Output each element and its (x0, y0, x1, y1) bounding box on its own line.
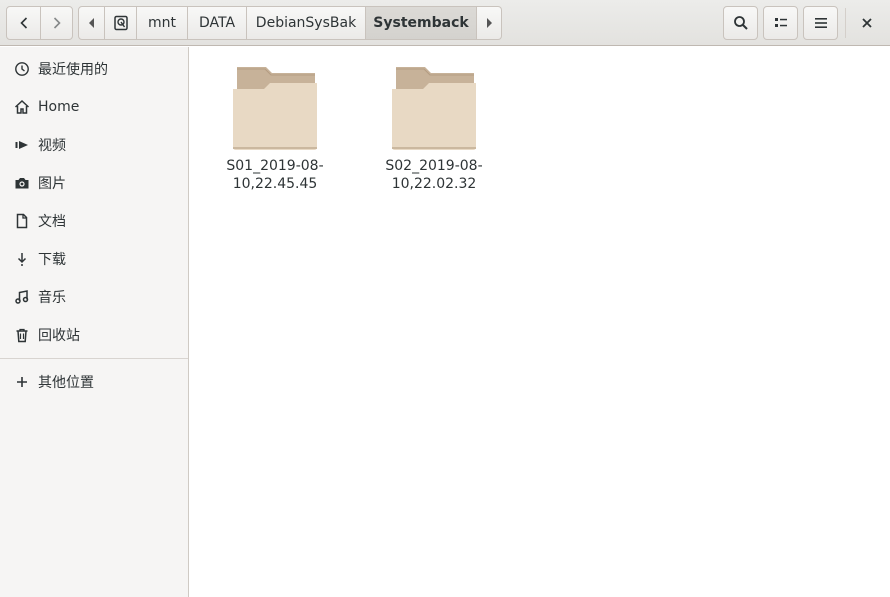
sidebar-item-videos[interactable]: 视频 (0, 126, 188, 164)
hamburger-menu-icon (814, 18, 827, 28)
chevron-left-icon (19, 17, 27, 29)
folder-name-line2: 10,22.45.45 (232, 176, 318, 192)
path-scroll-right-button[interactable] (477, 6, 502, 40)
view-toggle-button[interactable] (763, 6, 798, 40)
close-button[interactable] (851, 6, 883, 40)
sidebar-item-other-locations[interactable]: 其他位置 (0, 363, 188, 401)
sidebar-item-home[interactable]: Home (0, 88, 188, 126)
video-icon (13, 136, 31, 154)
sidebar-item-label: 音乐 (38, 290, 66, 306)
path-segment-debiansysbak[interactable]: DebianSysBak (247, 6, 366, 40)
sidebar-item-label: 文档 (38, 214, 66, 230)
list-view-icon (774, 18, 787, 27)
sidebar-item-label: 最近使用的 (38, 62, 108, 78)
folder-name-line2: 10,22.02.32 (391, 176, 477, 192)
triangle-right-icon (487, 18, 492, 28)
drive-icon (113, 15, 128, 31)
folder-item[interactable]: S02_2019-08- 10,22.02.32 (369, 63, 499, 203)
sidebar-item-trash[interactable]: 回收站 (0, 316, 188, 354)
sidebar-item-label: 下载 (38, 252, 66, 268)
folder-icon (233, 67, 317, 150)
folder-name: S02_2019-08- 10,22.02.32 (369, 157, 499, 193)
document-icon (13, 212, 31, 230)
home-icon (13, 98, 31, 116)
close-icon (862, 18, 872, 28)
path-bar: mnt DATA DebianSysBak Systemback (78, 6, 502, 40)
recent-icon (13, 60, 31, 78)
folder-icon (392, 67, 476, 150)
header-bar: mnt DATA DebianSysBak Systemback (0, 0, 890, 46)
sidebar-item-downloads[interactable]: 下载 (0, 240, 188, 278)
plus-icon (13, 373, 31, 391)
sidebar-separator (0, 358, 188, 359)
folder-name-line1: S02_2019-08- (385, 158, 483, 174)
sidebar-item-label: 其他位置 (38, 375, 94, 391)
search-icon (733, 16, 748, 30)
menu-button[interactable] (803, 6, 838, 40)
sidebar-item-documents[interactable]: 文档 (0, 202, 188, 240)
forward-button[interactable] (40, 6, 73, 40)
search-button[interactable] (723, 6, 758, 40)
path-segment-current[interactable]: Systemback (366, 6, 477, 40)
path-segment-data[interactable]: DATA (188, 6, 247, 40)
sidebar-item-label: 图片 (38, 176, 66, 192)
sidebar-item-recent[interactable]: 最近使用的 (0, 50, 188, 88)
music-icon (13, 288, 31, 306)
download-icon (13, 250, 31, 268)
folder-name-line1: S01_2019-08- (226, 158, 324, 174)
path-root-drive[interactable] (105, 6, 137, 40)
folder-name: S01_2019-08- 10,22.45.45 (210, 157, 340, 193)
sidebar-item-label: 回收站 (38, 328, 80, 344)
file-view: S01_2019-08- 10,22.45.45 S02_2019-08- 10… (189, 47, 890, 597)
file-manager-window: mnt DATA DebianSysBak Systemback 最近使用的 H… (0, 0, 890, 597)
path-scroll-left-button[interactable] (78, 6, 105, 40)
chevron-right-icon (53, 17, 61, 29)
folder-item[interactable]: S01_2019-08- 10,22.45.45 (210, 63, 340, 203)
places-sidebar: 最近使用的 Home 视频 图片 文档 下载 音乐 回收站 其他位置 (0, 47, 189, 597)
sidebar-item-label: Home (38, 99, 80, 115)
path-segment-mnt[interactable]: mnt (137, 6, 188, 40)
camera-icon (13, 174, 31, 192)
header-separator (845, 8, 846, 38)
triangle-left-icon (88, 18, 94, 28)
sidebar-item-pictures[interactable]: 图片 (0, 164, 188, 202)
sidebar-item-label: 视频 (38, 138, 66, 154)
trash-icon (13, 326, 31, 344)
sidebar-item-music[interactable]: 音乐 (0, 278, 188, 316)
back-button[interactable] (6, 6, 41, 40)
